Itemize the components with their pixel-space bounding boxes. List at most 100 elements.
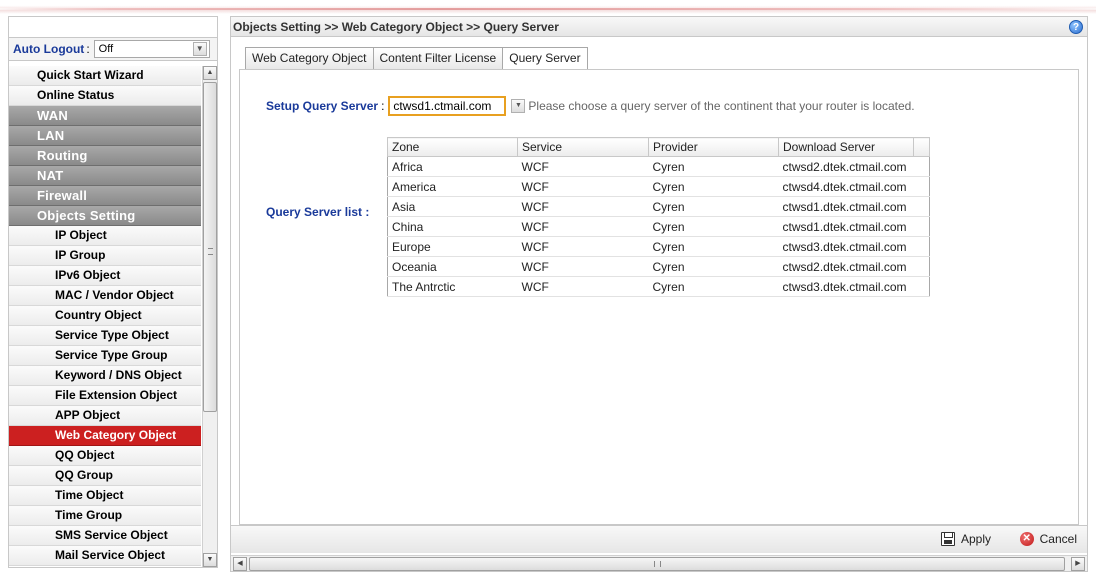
scroll-up-icon[interactable]: ▲ [203,66,217,80]
top-accent-bar [0,0,1096,14]
download-server-cell: ctwsd1.dtek.ctmail.com [778,216,914,237]
zone-cell: Europe [387,236,518,257]
service-cell: WCF [517,196,649,217]
download-server-cell: ctwsd3.dtek.ctmail.com [778,236,914,257]
tab-content-filter-license[interactable]: Content Filter License [372,47,504,69]
sidebar-item-ip-group[interactable]: IP Group [9,246,201,266]
provider-cell: Cyren [648,236,779,257]
grip-icon [208,248,213,255]
sidebar-item-nat[interactable]: NAT [9,166,201,186]
provider-cell: Cyren [648,216,779,237]
table-row: Africa WCF Cyren ctwsd2.dtek.ctmail.com [387,156,930,177]
sidebar-item-app-object[interactable]: APP Object [9,406,201,426]
sidebar-item-time-object[interactable]: Time Object [9,486,201,506]
setup-colon: : [381,99,385,113]
service-cell: WCF [517,156,649,177]
sidebar: Auto Logout : Off ▼ Quick Start Wizard On… [8,16,218,568]
scroll-left-icon[interactable]: ◀ [233,557,247,571]
query-server-list-label: Query Server list : [266,205,370,219]
scrollbar-thumb[interactable] [249,557,1065,571]
table-body: Africa WCF Cyren ctwsd2.dtek.ctmail.com Amer… [387,156,930,297]
table-header-row: Zone Service Provider Download Server [387,137,930,157]
setup-query-server-label: Setup Query Server [266,99,379,113]
main-panel: Objects Setting >> Web Category Object >… [230,16,1088,572]
provider-cell: Cyren [648,156,779,177]
scroll-down-icon[interactable]: ▼ [203,553,217,567]
row-spacer-cell [913,156,930,177]
provider-cell: Cyren [648,276,779,297]
tab-query-server[interactable]: Query Server [502,47,588,70]
grip-icon [654,561,661,567]
query-server-input[interactable] [388,96,507,116]
setup-query-server-row: Setup Query Server : ▼ Please choose a q… [266,96,915,116]
row-spacer-cell [913,196,930,217]
cancel-button[interactable]: ✕ Cancel [1019,532,1077,546]
sidebar-item-objects-setting[interactable]: Objects Setting [9,206,201,226]
sidebar-scrollbar[interactable]: ▲ ▼ [202,66,217,567]
chevron-down-icon[interactable]: ▼ [511,99,526,113]
breadcrumb: Objects Setting >> Web Category Object >… [233,20,559,34]
auto-logout-select[interactable]: Off ▼ [93,40,210,58]
table-row: America WCF Cyren ctwsd4.dtek.ctmail.com [387,176,930,197]
sidebar-item-time-group[interactable]: Time Group [9,506,201,526]
sidebar-item-mail-service-object[interactable]: Mail Service Object [9,546,201,566]
sidebar-item-ipv6-object[interactable]: IPv6 Object [9,266,201,286]
column-header-service: Service [517,137,649,157]
table-row: Oceania WCF Cyren ctwsd2.dtek.ctmail.com [387,256,930,277]
table-row: China WCF Cyren ctwsd1.dtek.ctmail.com [387,216,930,237]
sidebar-item-quick-start-wizard[interactable]: Quick Start Wizard [9,66,201,86]
service-cell: WCF [517,256,649,277]
download-server-cell: ctwsd4.dtek.ctmail.com [778,176,914,197]
provider-cell: Cyren [648,176,779,197]
tab-web-category-object[interactable]: Web Category Object [245,47,374,69]
apply-button[interactable]: Apply [940,532,991,546]
provider-cell: Cyren [648,196,779,217]
apply-label: Apply [960,532,991,546]
table-row: Asia WCF Cyren ctwsd1.dtek.ctmail.com [387,196,930,217]
auto-logout-label: Auto Logout [13,42,85,56]
row-spacer-cell [913,256,930,277]
row-spacer-cell [913,216,930,237]
sidebar-item-service-type-group[interactable]: Service Type Group [9,346,201,366]
sidebar-item-service-type-object[interactable]: Service Type Object [9,326,201,346]
table-row: Europe WCF Cyren ctwsd3.dtek.ctmail.com [387,236,930,257]
sidebar-item-mac-vendor-object[interactable]: MAC / Vendor Object [9,286,201,306]
row-spacer-cell [913,176,930,197]
sidebar-item-firewall[interactable]: Firewall [9,186,201,206]
tab-strip: Web Category Object Content Filter Licens… [245,47,588,70]
column-header-download-server: Download Server [778,137,914,157]
sidebar-item-keyword-dns-object[interactable]: Keyword / DNS Object [9,366,201,386]
footer-bar: Apply ✕ Cancel [231,525,1087,553]
cancel-label: Cancel [1039,532,1077,546]
zone-cell: China [387,216,518,237]
auto-logout-value: Off [98,43,114,55]
sidebar-item-qq-group[interactable]: QQ Group [9,466,201,486]
download-server-cell: ctwsd1.dtek.ctmail.com [778,196,914,217]
sidebar-item-web-category-object[interactable]: Web Category Object [9,426,201,446]
main-horizontal-scrollbar[interactable]: ◀ ▶ [231,555,1087,571]
help-icon[interactable]: ? [1069,20,1083,34]
sidebar-item-online-status[interactable]: Online Status [9,86,201,106]
query-server-hint: Please choose a query server of the cont… [528,99,915,113]
sidebar-item-country-object[interactable]: Country Object [9,306,201,326]
auto-logout-row: Auto Logout : Off ▼ [9,37,217,61]
sidebar-item-qq-object[interactable]: QQ Object [9,446,201,466]
title-bar: Objects Setting >> Web Category Object >… [231,17,1087,37]
zone-cell: Africa [387,156,518,177]
chevron-down-icon[interactable]: ▼ [192,42,207,56]
sidebar-item-file-extension-object[interactable]: File Extension Object [9,386,201,406]
sidebar-item-wan[interactable]: WAN [9,106,201,126]
download-server-cell: ctwsd2.dtek.ctmail.com [778,156,914,177]
scrollbar-thumb[interactable] [203,82,217,412]
scroll-right-icon[interactable]: ▶ [1071,557,1085,571]
column-header-zone: Zone [387,137,518,157]
sidebar-item-ip-object[interactable]: IP Object [9,226,201,246]
zone-cell: Asia [387,196,518,217]
sidebar-item-routing[interactable]: Routing [9,146,201,166]
row-spacer-cell [913,236,930,257]
table-row: The Antrctic WCF Cyren ctwsd3.dtek.ctmail.c… [387,276,930,297]
sidebar-item-sms-service-object[interactable]: SMS Service Object [9,526,201,546]
sidebar-item-lan[interactable]: LAN [9,126,201,146]
save-icon [940,532,955,546]
